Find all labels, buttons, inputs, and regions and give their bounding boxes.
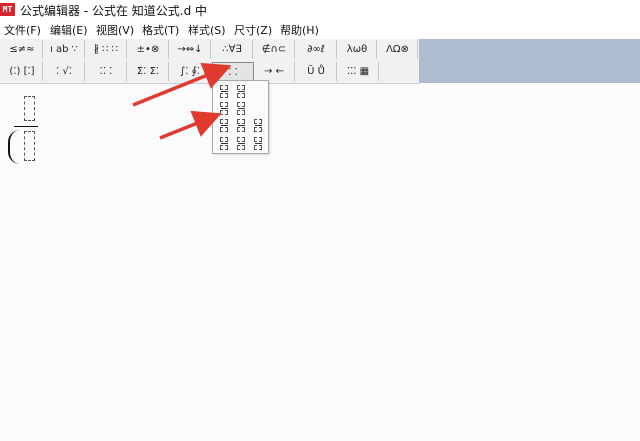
arrows-palette-button[interactable]: →⇔↓ xyxy=(170,40,211,59)
menu-style[interactable]: 样式(S) xyxy=(188,22,226,38)
relations-palette-button[interactable]: ≤≠≈ xyxy=(2,40,43,59)
menu-file[interactable]: 文件(F) xyxy=(4,22,41,38)
misc-symbols-palette-button[interactable]: ∂∞ℓ xyxy=(296,40,337,59)
toolbar-background-blue xyxy=(419,39,640,83)
dividend-slot[interactable] xyxy=(24,131,35,161)
long-division-bracket xyxy=(8,130,24,164)
menu-format[interactable]: 格式(T) xyxy=(142,22,179,38)
symbol-toolbar: ≤≠≈ ı ab ∵ ∦ ∷ ∷ ±•⊗ →⇔↓ ∴∀∃ ∉∩⊂ ∂∞ℓ λωθ… xyxy=(0,39,419,84)
greek-lowercase-palette-button[interactable]: λωθ xyxy=(338,40,377,59)
summation-templates-button[interactable]: Σ⁚ Σ⁚ xyxy=(128,62,169,81)
menu-edit[interactable]: 编辑(E) xyxy=(50,22,88,38)
fraction-radical-templates-button[interactable]: ⁚ √⁚ xyxy=(44,62,85,81)
matrix-templates-button[interactable]: ⁚⁚⁚ ▦ xyxy=(338,62,379,81)
window-title: 公式编辑器 - 公式在 知道公式.d 中 xyxy=(20,4,208,18)
operators-palette-button[interactable]: ±•⊗ xyxy=(128,40,169,59)
menu-help[interactable]: 帮助(H) xyxy=(280,22,319,38)
labeled-arrow-templates-button[interactable]: → ← xyxy=(254,62,295,81)
spaces-ellipses-palette-button[interactable]: ı ab ∵ xyxy=(44,40,85,59)
app-icon: MT xyxy=(0,3,15,16)
toolbar-row-templates: (⁚) [⁚] ⁚ √⁚ ⁚⁚ ⁚ Σ⁚ Σ⁚ ∫⁚ ∮⁚ ⁚ ⁚ → ← Ū … xyxy=(0,61,419,83)
menu-view[interactable]: 视图(V) xyxy=(96,22,134,38)
menu-size[interactable]: 尺寸(Z) xyxy=(234,22,272,38)
set-theory-palette-button[interactable]: ∉∩⊂ xyxy=(254,40,295,59)
integral-templates-button[interactable]: ∫⁚ ∮⁚ xyxy=(170,62,211,81)
menu-bar: 文件(F) 编辑(E) 视图(V) 格式(T) 样式(S) 尺寸(Z) 帮助(H… xyxy=(0,20,640,39)
greek-uppercase-palette-button[interactable]: ΛΩ⊗ xyxy=(378,40,418,59)
product-set-templates-button[interactable]: Ū Ů xyxy=(296,62,337,81)
title-bar: MT 公式编辑器 - 公式在 知道公式.d 中 xyxy=(0,0,640,20)
logic-palette-button[interactable]: ∴∀∃ xyxy=(212,40,253,59)
fence-templates-button[interactable]: (⁚) [⁚] xyxy=(2,62,43,81)
script-templates-button[interactable]: ⁚⁚ ⁚ xyxy=(86,62,127,81)
embellishments-palette-button[interactable]: ∦ ∷ ∷ xyxy=(86,40,127,59)
toolbar-row-symbols: ≤≠≈ ı ab ∵ ∦ ∷ ∷ ±•⊗ →⇔↓ ∴∀∃ ∉∩⊂ ∂∞ℓ λωθ… xyxy=(0,39,419,60)
division-overline xyxy=(14,126,38,127)
equation-editor-canvas[interactable] xyxy=(0,84,640,441)
numerator-slot[interactable] xyxy=(24,96,35,121)
